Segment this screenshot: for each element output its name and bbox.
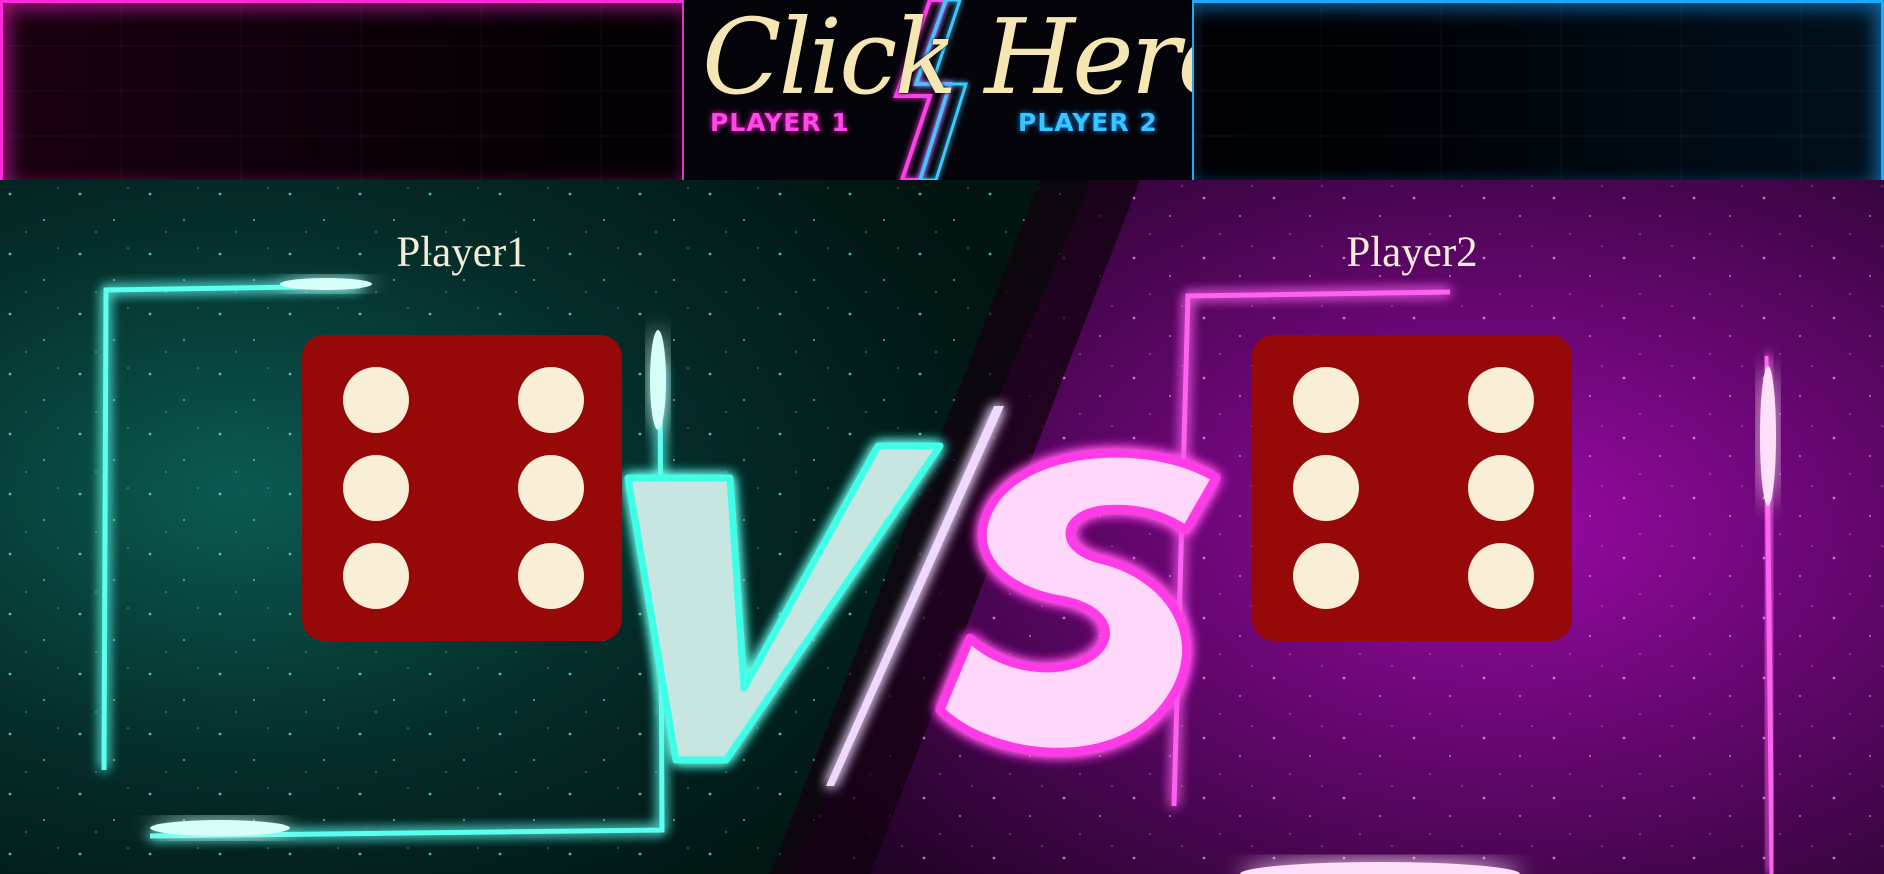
- die-pip: [1468, 367, 1534, 433]
- click-here-button[interactable]: Click Here PLAYER 1 PLAYER 2: [682, 0, 1194, 180]
- player1-die[interactable]: [302, 335, 622, 641]
- player2-die[interactable]: [1252, 335, 1572, 641]
- die-pip: [343, 455, 409, 521]
- die-pip: [1293, 367, 1359, 433]
- top-banner: Click Here PLAYER 1 PLAYER 2: [0, 0, 1884, 180]
- die-pip: [343, 367, 409, 433]
- die-pip: [1468, 455, 1534, 521]
- blue-neon-frame: [1194, 0, 1884, 180]
- die-pip: [1293, 455, 1359, 521]
- pink-neon-frame: [0, 0, 682, 180]
- die-pip: [518, 455, 584, 521]
- die-pip: [1468, 543, 1534, 609]
- game-arena: Player1 Player2: [0, 180, 1884, 874]
- player2-neon-label: PLAYER 2: [1018, 108, 1158, 137]
- die-pip: [343, 543, 409, 609]
- die-pip: [518, 543, 584, 609]
- player2-title: Player2: [1346, 229, 1478, 276]
- click-here-script-text: Click Here: [702, 0, 1194, 118]
- player1-title: Player1: [396, 229, 528, 276]
- versus-background: [0, 180, 1884, 874]
- player1-neon-label: PLAYER 1: [710, 108, 850, 137]
- die-pip: [1293, 543, 1359, 609]
- die-pip: [518, 367, 584, 433]
